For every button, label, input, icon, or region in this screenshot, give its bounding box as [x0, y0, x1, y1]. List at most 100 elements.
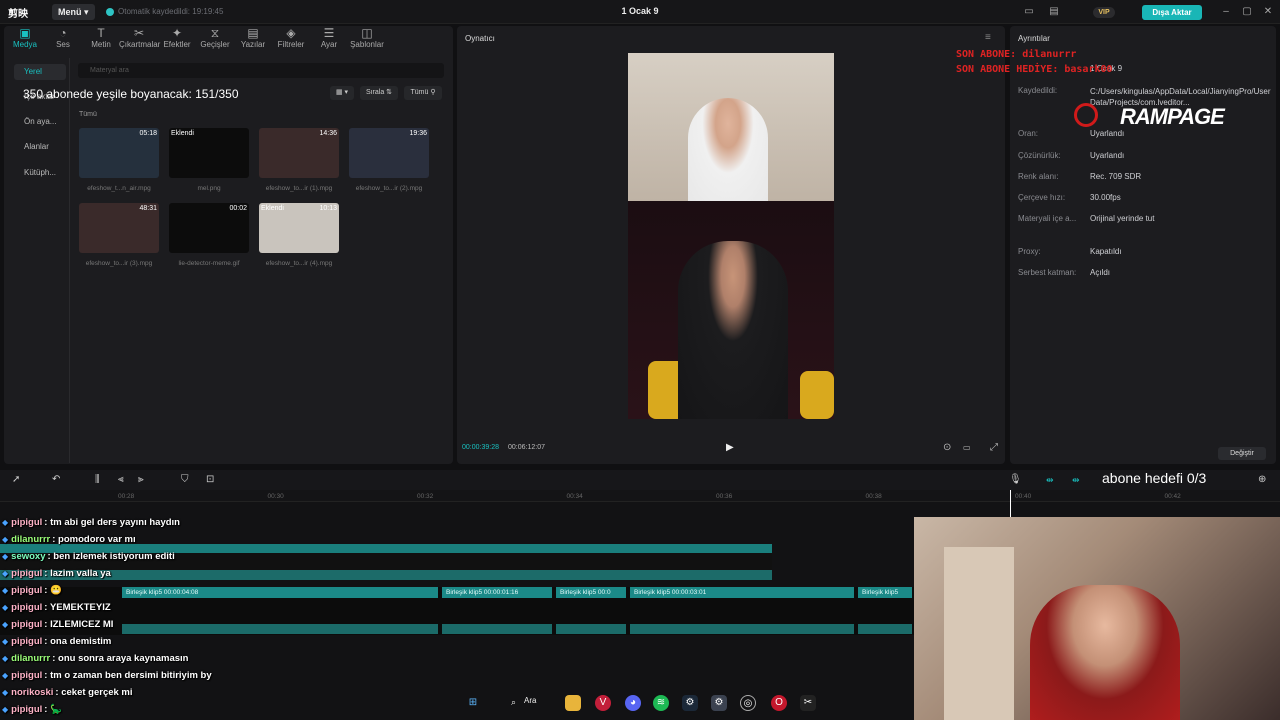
media-thumbnail[interactable]: 14:36: [259, 128, 339, 178]
chat-badge-icon: ◆: [2, 569, 9, 578]
chat-username: pipigul: [11, 636, 43, 647]
export-button[interactable]: Dışa Aktar: [1142, 5, 1202, 20]
timeline-ruler[interactable]: [0, 490, 1280, 502]
chat-text: IZLEMICEZ MI: [50, 619, 114, 630]
obs-icon[interactable]: ◎: [740, 695, 756, 711]
timeline-clip[interactable]: Birleşik klip5: [858, 587, 912, 598]
thumb-caption: efeshow_t...n_air.mpg: [87, 185, 151, 192]
magnet-icon[interactable]: ⇹: [1072, 475, 1080, 486]
sort-label: Sırala: [365, 89, 385, 96]
tool-adjust[interactable]: ☰ Ayar: [309, 26, 349, 54]
sidebar-item-2[interactable]: Ön aya...: [14, 114, 66, 130]
tool-transitions[interactable]: ⧖ Geçişler: [195, 26, 235, 54]
chat-username: pipigul: [11, 619, 43, 630]
tool-text[interactable]: T Metin: [81, 26, 121, 54]
layout-icon[interactable]: ▤: [1048, 6, 1060, 18]
transitions-label: Geçişler: [200, 40, 230, 49]
crop-icon[interactable]: ⊡: [206, 474, 214, 485]
maximize-icon[interactable]: ▢: [1241, 6, 1253, 18]
minimize-icon[interactable]: –: [1220, 6, 1232, 18]
chat-message: ◆ pipigul: tm abi gel ders yayını haydın: [2, 517, 180, 533]
fullscreen-icon[interactable]: ⤢: [990, 442, 998, 453]
vivaldi-icon[interactable]: V: [595, 695, 611, 711]
clip-waveform: [630, 624, 854, 634]
tool-effects[interactable]: ✦ Efektler: [157, 26, 197, 54]
timeline-clip[interactable]: Birleşik klip5 00:00:01:16: [442, 587, 552, 598]
search-input[interactable]: Materyal ara: [78, 63, 444, 78]
ruler-tick-label: 00:42: [1164, 493, 1181, 500]
chat-username: pipigul: [11, 670, 43, 681]
vip-badge[interactable]: VIP: [1093, 7, 1115, 18]
microphone-icon[interactable]: 🎙: [1009, 474, 1022, 485]
filter-button[interactable]: Tümü ⚲: [404, 86, 442, 100]
capcut-icon[interactable]: ✂: [800, 695, 816, 711]
file-explorer-icon[interactable]: [565, 695, 581, 711]
ratio-icon[interactable]: ▭: [963, 443, 971, 452]
detail-value: Kapatıldı: [1090, 247, 1122, 256]
settings-icon[interactable]: ⚙: [711, 695, 727, 711]
brand-logo-icon: [1074, 103, 1098, 127]
sidebar-item-0[interactable]: Yerel: [14, 64, 66, 80]
tool-templates[interactable]: ◫ Şablonlar: [347, 26, 387, 54]
tool-filters[interactable]: ◈ Filtreler: [271, 26, 311, 54]
media-label: Medya: [12, 40, 37, 49]
detail-label: Proxy:: [1018, 247, 1041, 256]
timeline-clip[interactable]: Birleşik klip5 00:0: [556, 587, 626, 598]
shield-icon[interactable]: ⛉: [181, 474, 189, 485]
player-menu-icon[interactable]: ≡: [985, 32, 991, 43]
autosave-status: Otomatik kaydedildi: 19:19:45: [118, 7, 224, 16]
tool-captions[interactable]: ▤ Yazılar: [233, 26, 273, 54]
select-tool-icon[interactable]: ➚: [12, 474, 20, 485]
last-gift-overlay: SON ABONE HEDİYE: basark00: [956, 64, 1113, 75]
media-thumbnail[interactable]: Eklendi: [169, 128, 249, 178]
autosave-icon: [106, 8, 114, 16]
view-toggle-button[interactable]: ▦ ▾: [330, 86, 354, 100]
thumb-added-badge: Eklendi: [261, 205, 284, 212]
all-label: Tümü: [79, 111, 97, 118]
sticker-label: Çıkartmalar: [119, 40, 161, 49]
chat-username: dilanurrr: [11, 653, 51, 664]
audio-label: Ses: [56, 40, 70, 49]
sort-button[interactable]: Sırala ⇅: [360, 86, 398, 100]
chat-text: pomodoro var mı: [58, 534, 136, 545]
timeline-clip[interactable]: Birleşik klip5 00:00:04:08: [122, 587, 438, 598]
menu-button[interactable]: Menü ▾: [52, 4, 95, 20]
split-right-icon[interactable]: ⫸: [138, 474, 144, 485]
split-icon[interactable]: ⫼: [95, 474, 100, 485]
sidebar-item-3[interactable]: Alanlar: [14, 139, 66, 155]
windows-start-icon[interactable]: ⊞: [465, 695, 481, 711]
timeline-clip[interactable]: Birleşik klip5 00:00:03:01: [630, 587, 854, 598]
taskbar-search[interactable]: Ara: [524, 696, 536, 705]
discord-icon[interactable]: ◕: [625, 695, 641, 711]
tool-media[interactable]: ▣ Medya: [5, 26, 45, 54]
search-icon[interactable]: ⌕: [511, 697, 516, 708]
tool-sticker[interactable]: ✂ Çıkartmalar: [119, 26, 161, 54]
link-icon[interactable]: ⇹: [1046, 475, 1054, 486]
media-thumbnail[interactable]: 05:18: [79, 128, 159, 178]
media-thumbnail[interactable]: 00:02: [169, 203, 249, 253]
filters-label: Filtreler: [277, 40, 305, 49]
split-left-icon[interactable]: ⫷: [118, 474, 124, 485]
opera-icon[interactable]: O: [771, 695, 787, 711]
chat-message: ◆ pipigul: lazim valla ya: [2, 568, 111, 584]
menu-label: Menü: [58, 7, 82, 17]
media-thumbnail[interactable]: 19:36: [349, 128, 429, 178]
zoom-icon[interactable]: ⊕: [1258, 474, 1266, 485]
steam-icon[interactable]: ⚙: [682, 695, 698, 711]
monitor-icon[interactable]: ▭: [1023, 6, 1035, 18]
sidebar-item-4[interactable]: Kütüph...: [14, 165, 66, 181]
spotify-icon[interactable]: ≋: [653, 695, 669, 711]
thumb-added-badge: Eklendi: [171, 130, 194, 137]
change-button[interactable]: Değiştir: [1218, 447, 1266, 460]
chat-text: 🦕: [50, 704, 62, 715]
thumb-duration: 48:31: [139, 205, 157, 212]
snapshot-icon[interactable]: ⊙: [943, 442, 951, 453]
chat-text: lazim valla ya: [50, 568, 111, 579]
media-thumbnail[interactable]: 48:31: [79, 203, 159, 253]
clip-waveform: [556, 624, 626, 634]
close-icon[interactable]: ✕: [1262, 6, 1274, 18]
play-button[interactable]: ▶: [726, 442, 734, 453]
undo-icon[interactable]: ↶: [52, 474, 60, 485]
tool-audio[interactable]: ◔ Ses: [43, 26, 83, 54]
media-thumbnail[interactable]: 10:13 Eklendi: [259, 203, 339, 253]
